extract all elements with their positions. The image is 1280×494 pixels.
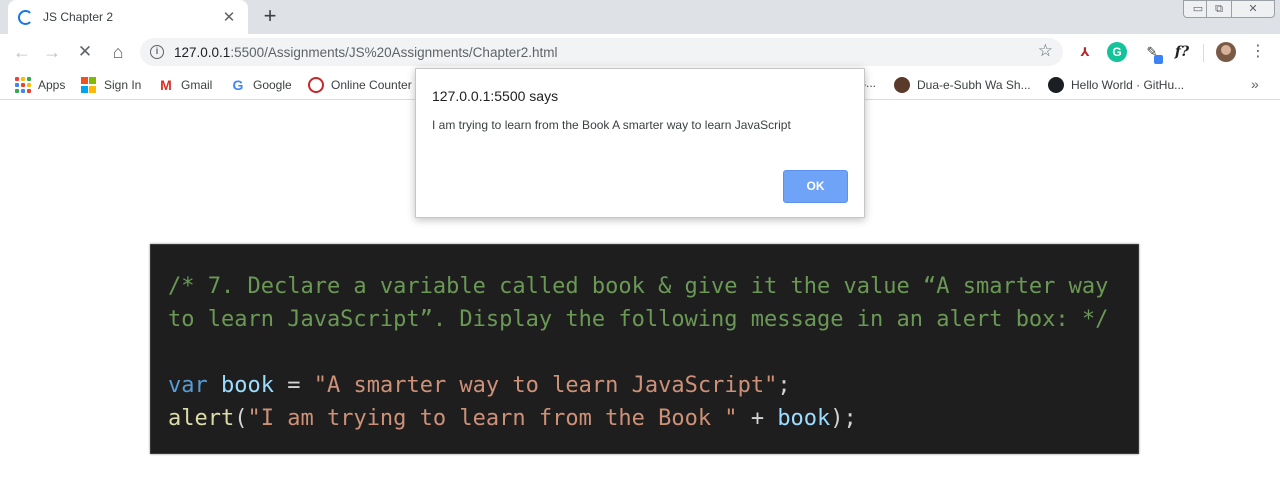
bookmarks-overflow-icon[interactable]: » [1251,76,1259,92]
microsoft-icon [81,77,97,93]
grammarly-extension-icon[interactable]: G [1107,42,1127,62]
tab-js-chapter-2[interactable]: JS Chapter 2 ✕ [8,0,248,34]
tab-strip: JS Chapter 2 ✕ + ▭ ⧉ ✕ [0,0,1280,34]
code-paren-close: ); [830,406,857,431]
close-window-button[interactable]: ✕ [1231,0,1275,18]
bookmark-label: Online Counter [331,78,412,92]
tab-close-icon[interactable]: ✕ [220,8,238,26]
dua-icon [894,77,910,93]
tab-title: JS Chapter 2 [43,10,114,24]
google-icon: G [232,77,244,93]
color-picker-extension-icon[interactable]: ✎ [1142,42,1163,64]
bookmark-apps[interactable]: Apps [15,76,65,94]
code-keyword: var [168,373,208,398]
bookmark-label: Dua-e-Subh Wa Sh... [917,78,1031,92]
color-swatch-icon [1154,55,1163,64]
bookmark-sign-in[interactable]: Sign In [81,76,141,94]
gmail-icon: M [160,77,172,93]
code-variable: book [221,373,274,398]
code-string: "I am trying to learn from the Book " [247,406,738,431]
ok-button[interactable]: OK [783,170,848,203]
bookmark-label: Google [253,78,292,92]
code-variable: book [777,406,831,431]
code-function: alert [168,406,235,431]
code-paren-open: ( [234,406,248,431]
code-string: "A smarter way to learn JavaScript" [313,373,778,398]
bookmark-online-counter[interactable]: Online Counter [308,76,412,94]
stop-loading-icon[interactable]: ✕ [73,40,97,64]
code-alert-call: alert("I am trying to learn from the Boo… [168,402,1138,435]
code-operator: = [287,373,301,398]
address-bar[interactable]: i 127.0.0.1:5500/Assignments/JS%20Assign… [140,38,1063,66]
code-block: /* 7. Declare a variable called book & g… [150,244,1139,454]
toolbar-divider [1203,44,1204,62]
forward-arrow-icon[interactable]: → [40,40,64,64]
chrome-menu-icon[interactable]: ⋮ [1250,42,1266,62]
apps-grid-icon [15,77,31,93]
alert-dialog: 127.0.0.1:5500 says I am trying to learn… [415,68,865,218]
url-path: :5500/Assignments/JS%20Assignments/Chapt… [230,44,558,60]
code-operator: + [750,406,765,431]
bookmark-label: Hello World · GitHu... [1071,78,1185,92]
bookmark-label: Sign In [104,78,142,92]
bookmark-star-icon[interactable]: ☆ [1038,41,1053,61]
site-info-icon[interactable]: i [150,45,164,59]
back-arrow-icon[interactable]: ← [10,40,34,64]
alert-title: 127.0.0.1:5500 says [432,88,559,104]
loading-spinner-icon [18,9,33,25]
code-semicolon: ; [777,373,791,398]
bookmark-label: Gmail [181,78,213,92]
github-icon [1048,77,1064,93]
formula-extension-icon[interactable]: f? [1172,42,1192,62]
bookmark-google[interactable]: G Google [230,76,292,94]
pdf-extension-icon[interactable]: ⅄ [1075,42,1095,62]
bookmark-label: Apps [38,78,66,92]
new-tab-button[interactable]: + [258,4,282,28]
home-icon[interactable]: ⌂ [106,40,130,64]
restore-window-button[interactable]: ⧉ [1206,0,1232,18]
code-comment-line-1: /* 7. Declare a variable called book & g… [168,274,1109,299]
profile-avatar[interactable] [1216,42,1236,62]
bookmark-dua[interactable]: Dua-e-Subh Wa Sh... [894,76,1031,94]
alert-message: I am trying to learn from the Book A sma… [432,118,791,132]
bookmark-gmail[interactable]: M Gmail [158,76,212,94]
url-host: 127.0.0.1 [174,44,231,60]
bookmark-github[interactable]: Hello World · GitHu... [1048,76,1184,94]
code-comment-line-2: to learn JavaScript”. Display the follow… [168,307,1109,332]
browser-toolbar: ← → ✕ ⌂ i 127.0.0.1:5500/Assignments/JS%… [0,34,1280,70]
code-var-declaration: var book = "A smarter way to learn JavaS… [168,369,1138,402]
online-counter-icon [308,77,324,93]
